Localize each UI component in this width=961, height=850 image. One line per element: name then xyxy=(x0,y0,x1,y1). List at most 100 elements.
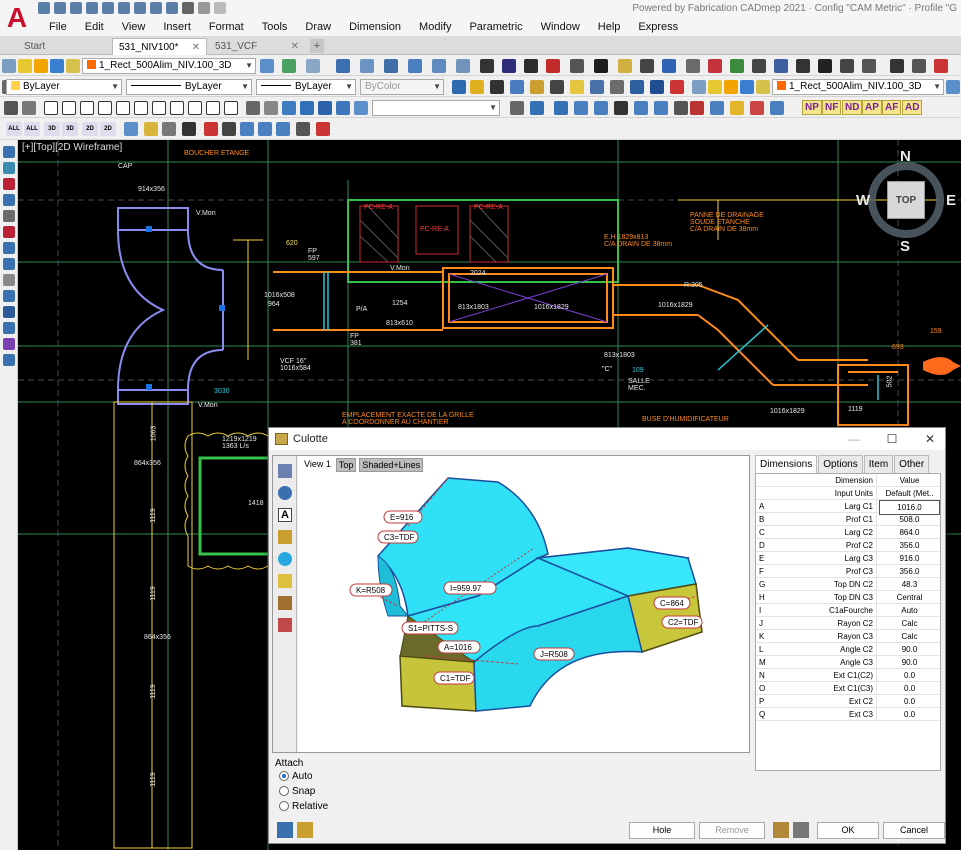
saveas-icon[interactable] xyxy=(86,2,98,14)
lightbulb-icon[interactable] xyxy=(18,59,32,73)
tool-icon[interactable] xyxy=(510,101,524,115)
tool-icon[interactable] xyxy=(750,101,764,115)
tool-icon[interactable] xyxy=(574,101,588,115)
color-combo[interactable]: ByLayer ▼ xyxy=(6,79,122,95)
tool-icon[interactable] xyxy=(594,59,608,73)
dialog-title-bar[interactable]: Culotte — ☐ ✕ xyxy=(269,428,945,450)
tool-icon[interactable] xyxy=(546,59,560,73)
plotstyle-combo[interactable]: ByColor ▼ xyxy=(360,79,444,95)
rectangle-icon[interactable] xyxy=(224,101,238,115)
row-value[interactable]: 356.0 xyxy=(879,565,940,578)
tool-icon[interactable] xyxy=(686,59,700,73)
menu-edit[interactable]: Edit xyxy=(76,20,113,34)
tool-icon[interactable] xyxy=(774,59,788,73)
close-icon[interactable]: ✕ xyxy=(291,38,299,55)
compass-west[interactable]: W xyxy=(856,192,870,209)
tool-icon[interactable] xyxy=(674,101,688,115)
viewport-label[interactable]: [+][Top][2D Wireframe] xyxy=(22,142,122,153)
cancel-button[interactable]: Cancel xyxy=(883,822,945,839)
table-row[interactable]: K Rayon C3 Calc xyxy=(756,630,940,643)
table-row[interactable]: E Larg C3 916.0 xyxy=(756,552,940,565)
tool-icon[interactable] xyxy=(730,59,744,73)
menu-help[interactable]: Help xyxy=(589,20,630,34)
sun-icon[interactable] xyxy=(724,80,738,94)
plot-icon[interactable] xyxy=(118,2,130,14)
row-value[interactable]: 916.0 xyxy=(879,552,940,565)
menu-dimension[interactable]: Dimension xyxy=(340,20,410,34)
table-row[interactable]: D Prof C2 356.0 xyxy=(756,539,940,552)
tool-icon[interactable] xyxy=(3,162,15,174)
freeze-icon[interactable] xyxy=(740,80,754,94)
hole-button[interactable]: Hole xyxy=(629,822,695,839)
freeze-icon[interactable] xyxy=(50,59,64,73)
tool-icon[interactable] xyxy=(4,101,18,115)
menu-modify[interactable]: Modify xyxy=(410,20,460,34)
hammer-icon[interactable] xyxy=(278,596,292,610)
tool-icon[interactable] xyxy=(818,59,832,73)
viewcube-top-face[interactable]: TOP xyxy=(887,181,925,219)
redo-icon[interactable] xyxy=(198,2,210,14)
tool-icon[interactable] xyxy=(22,101,36,115)
tool-icon[interactable] xyxy=(316,122,330,136)
globe-icon[interactable] xyxy=(278,552,292,566)
nd-button[interactable]: ND xyxy=(842,100,863,115)
tool-icon[interactable] xyxy=(590,80,604,94)
table-row[interactable]: L Angle C2 90.0 xyxy=(756,643,940,656)
menu-window[interactable]: Window xyxy=(532,20,589,34)
tab-531-niv100[interactable]: 531_NIV100* ✕ xyxy=(112,38,207,55)
tool-icon[interactable] xyxy=(300,101,314,115)
rectangle-icon[interactable] xyxy=(62,101,76,115)
rectangle-icon[interactable] xyxy=(98,101,112,115)
sphere-icon[interactable] xyxy=(278,486,292,500)
attach-relative-radio[interactable]: Relative xyxy=(279,801,328,812)
view-2d-button[interactable]: 2D xyxy=(100,122,116,136)
tool-icon[interactable] xyxy=(456,59,470,73)
tab-dimensions[interactable]: Dimensions xyxy=(755,455,818,473)
menu-express[interactable]: Express xyxy=(629,20,687,34)
tool-icon[interactable] xyxy=(360,59,374,73)
rectangle-icon[interactable] xyxy=(44,101,58,115)
row-value[interactable]: Auto xyxy=(879,604,940,617)
row-value[interactable]: Calc xyxy=(879,617,940,630)
preview-canvas[interactable]: View 1 Top Shaded+Lines E=916 C3=TDF K=R… xyxy=(298,456,749,752)
move-icon[interactable] xyxy=(890,59,904,73)
table-row[interactable]: A Larg C1 1016.0 xyxy=(756,500,940,515)
row-value[interactable]: 90.0 xyxy=(879,656,940,669)
model-label-a[interactable]: A=1016 xyxy=(437,640,481,654)
linetype-combo[interactable]: ByLayer ▼ xyxy=(126,79,252,95)
close-icon[interactable]: ✕ xyxy=(192,39,200,56)
row-value[interactable]: 356.0 xyxy=(879,539,940,552)
tool-icon[interactable] xyxy=(594,101,608,115)
tool-icon[interactable] xyxy=(297,822,313,838)
tool-icon[interactable] xyxy=(432,59,446,73)
view-3d-button[interactable]: 3D xyxy=(44,122,60,136)
menu-parametric[interactable]: Parametric xyxy=(460,20,531,34)
tool-icon[interactable] xyxy=(630,80,644,94)
compass-east[interactable]: E xyxy=(946,192,956,209)
tool-icon[interactable] xyxy=(306,59,320,73)
tab-start[interactable]: Start xyxy=(18,38,110,55)
cube-icon[interactable] xyxy=(278,464,292,478)
ap-button[interactable]: AP xyxy=(862,100,882,115)
row-value[interactable]: 90.0 xyxy=(879,643,940,656)
tool-icon[interactable] xyxy=(408,59,422,73)
model-label-c1[interactable]: C1=TDF xyxy=(433,671,475,685)
tool-icon[interactable] xyxy=(296,122,310,136)
model-label-c2[interactable]: C2=TDF xyxy=(661,615,703,629)
tool-icon[interactable] xyxy=(480,59,494,73)
tool-icon[interactable] xyxy=(384,59,398,73)
tool-icon[interactable] xyxy=(618,59,632,73)
maximize-button[interactable]: ☐ xyxy=(883,430,901,448)
tool-icon[interactable] xyxy=(554,101,568,115)
row-value[interactable]: 0.0 xyxy=(879,695,940,708)
tool-icon[interactable] xyxy=(3,258,15,270)
save-icon[interactable] xyxy=(70,2,82,14)
tool-icon[interactable] xyxy=(144,122,158,136)
text-icon[interactable]: A xyxy=(278,508,292,522)
table-row[interactable]: J Rayon C2 Calc xyxy=(756,617,940,630)
ok-button[interactable]: OK xyxy=(817,822,879,839)
tool-icon[interactable] xyxy=(336,59,350,73)
row-value[interactable]: Central xyxy=(879,591,940,604)
menu-draw[interactable]: Draw xyxy=(296,20,340,34)
layer-combo[interactable]: 1_Rect_500Alim_NIV.100_3D ▼ xyxy=(82,58,256,74)
